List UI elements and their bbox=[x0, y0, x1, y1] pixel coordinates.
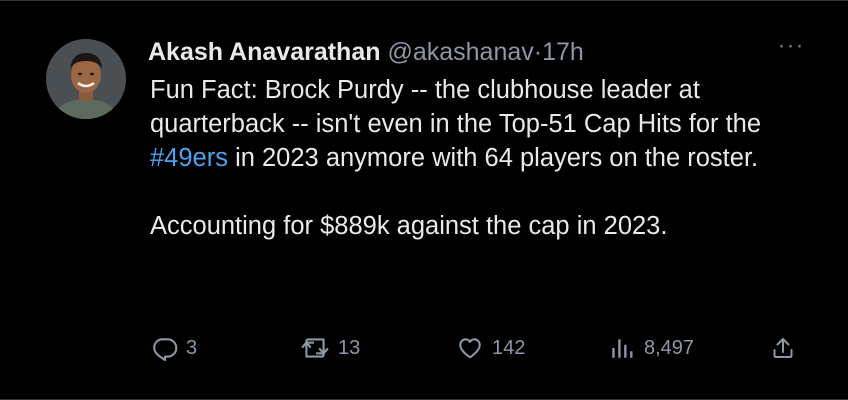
tweet-card[interactable]: Akash Anavarathan @akashanav·17h ··· Fun… bbox=[0, 0, 848, 400]
separator-dot: · bbox=[533, 38, 543, 66]
hashtag-link[interactable]: #49ers bbox=[150, 144, 228, 172]
like-icon bbox=[459, 338, 481, 359]
views-count: 8,497 bbox=[644, 336, 695, 359]
like-count: 142 bbox=[492, 336, 526, 359]
tweet-text: Fun Fact: Brock Purdy -- the clubhouse l… bbox=[150, 73, 822, 243]
repost-button[interactable]: 13 bbox=[300, 331, 360, 365]
repost-icon bbox=[301, 338, 329, 358]
share-icon bbox=[773, 338, 793, 358]
reply-icon bbox=[153, 338, 178, 361]
tweet-text-part2: in 2023 anymore with 64 players on the r… bbox=[227, 144, 759, 172]
tweet-text-part1: Fun Fact: Brock Purdy -- the clubhouse l… bbox=[150, 76, 762, 138]
reply-count: 3 bbox=[186, 336, 198, 359]
avatar-image bbox=[46, 39, 126, 119]
author-name[interactable]: Akash Anavarathan bbox=[148, 38, 381, 66]
views-button[interactable]: 8,497 bbox=[608, 331, 694, 365]
tweet-header: Akash Anavarathan @akashanav·17h bbox=[148, 35, 808, 69]
action-bar: 3 13 142 8,497 bbox=[150, 331, 810, 365]
share-button[interactable] bbox=[771, 331, 795, 365]
author-handle[interactable]: @akashanav bbox=[387, 38, 533, 66]
avatar[interactable] bbox=[46, 39, 126, 119]
timestamp[interactable]: 17h bbox=[542, 38, 584, 66]
tweet-paragraph-2: Accounting for $889k against the cap in … bbox=[150, 212, 668, 240]
tweet-paragraph-1: Fun Fact: Brock Purdy -- the clubhouse l… bbox=[150, 73, 822, 175]
more-icon[interactable]: ··· bbox=[774, 34, 808, 61]
repost-count: 13 bbox=[338, 336, 361, 359]
like-button[interactable]: 142 bbox=[456, 331, 525, 365]
reply-button[interactable]: 3 bbox=[152, 331, 197, 365]
views-icon bbox=[612, 339, 633, 358]
